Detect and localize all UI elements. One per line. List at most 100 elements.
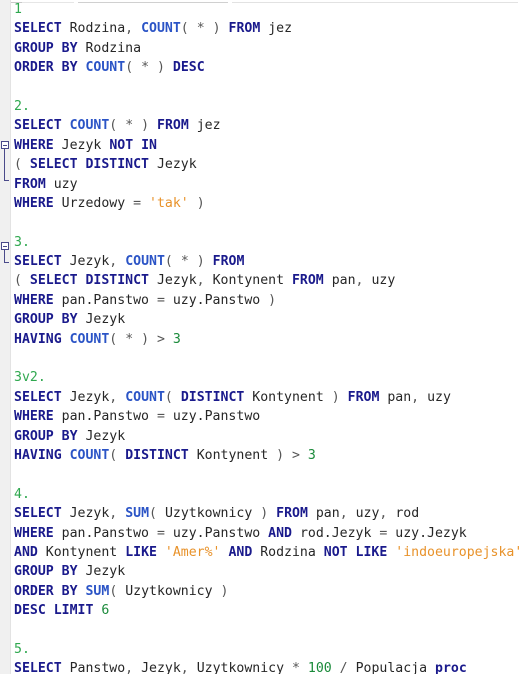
token-kw: SELECT <box>14 21 62 37</box>
token-op: > <box>292 447 300 463</box>
code-line[interactable] <box>0 213 520 232</box>
code-line[interactable]: SELECT Jezyk, SUM( Uzytkownicy ) FROM pa… <box>0 504 520 523</box>
code-line[interactable]: GROUP BY Rodzina <box>0 39 520 58</box>
token-id <box>324 273 332 288</box>
token-id <box>284 448 292 463</box>
code-line[interactable]: ( SELECT DISTINCT Jezyk <box>0 155 520 174</box>
token-op: ) <box>212 21 221 37</box>
token-op: = <box>156 292 165 308</box>
token-lbl: 5. <box>14 641 30 657</box>
token-id <box>189 196 197 211</box>
token-id: Urzedowy <box>61 195 126 211</box>
token-id: uzy.Panstwo <box>172 292 261 308</box>
code-line[interactable]: AND Kontynent LIKE 'Amer%' AND Rodzina N… <box>0 543 520 562</box>
code-line[interactable] <box>0 78 520 97</box>
code-line[interactable]: 2. <box>0 97 520 116</box>
token-kw: WHERE <box>14 195 54 211</box>
token-op: , <box>180 661 189 674</box>
token-id <box>22 157 30 172</box>
token-id <box>62 118 70 133</box>
fold-query-3[interactable] <box>1 242 11 263</box>
token-id: rod.Jezyk <box>299 525 372 541</box>
token-op: ( <box>14 157 22 173</box>
code-line[interactable]: WHERE Jezyk NOT IN <box>0 136 520 155</box>
token-id <box>62 332 70 347</box>
token-id <box>117 118 125 133</box>
token-fn: COUNT <box>69 118 110 134</box>
token-id <box>62 448 70 463</box>
token-kw: AND <box>268 525 292 541</box>
code-line[interactable] <box>0 349 520 368</box>
token-id: Jezyk <box>156 157 197 173</box>
token-fn: SUM <box>85 583 110 599</box>
token-kw: AND <box>228 544 253 560</box>
token-id: Panstwo <box>69 661 126 674</box>
token-id <box>54 526 62 541</box>
token-op: ( <box>125 60 134 76</box>
code-line[interactable]: SELECT COUNT( * ) FROM jez <box>0 116 520 135</box>
token-id <box>284 273 292 288</box>
token-op: , <box>125 21 134 37</box>
code-line[interactable]: SELECT Jezyk, COUNT( DISTINCT Kontynent … <box>0 388 520 407</box>
token-op: * <box>141 60 150 76</box>
token-id: Jezyk <box>69 506 110 522</box>
token-id <box>117 448 125 463</box>
code-line[interactable]: SELECT Jezyk, COUNT( * ) FROM <box>0 252 520 271</box>
token-fn: COUNT <box>125 389 165 405</box>
token-id: uzy <box>427 389 451 405</box>
code-line[interactable]: WHERE Urzedowy = 'tak' ) <box>0 194 520 213</box>
token-kw: GROUP BY <box>14 40 78 56</box>
token-lbl: 3. <box>14 234 30 250</box>
fold-collapse-icon[interactable] <box>1 242 9 250</box>
fold-range-line <box>4 250 5 262</box>
token-id <box>62 661 70 674</box>
token-id <box>189 21 197 36</box>
token-op: > <box>157 331 165 347</box>
code-line[interactable]: 1 <box>0 0 520 19</box>
code-line[interactable]: HAVING COUNT( DISTINCT Kontynent ) > 3 <box>0 446 520 465</box>
sql-editor[interactable]: 1 SELECT Rodzina, COUNT( * ) FROM jez GROU… <box>0 0 520 674</box>
code-line[interactable]: HAVING COUNT( * ) > 3 <box>0 330 520 349</box>
code-line[interactable]: GROUP BY Jezyk <box>0 310 520 329</box>
code-line[interactable]: DESC LIMIT 6 <box>0 601 520 620</box>
code-line[interactable]: SELECT Panstwo, Jezyk, Uzytkownicy * 100… <box>0 659 520 674</box>
token-op: ( <box>14 273 22 289</box>
token-kw: WHERE <box>14 409 54 425</box>
token-kw: HAVING <box>14 331 62 347</box>
fold-collapse-icon[interactable] <box>1 141 9 149</box>
code-line[interactable]: WHERE pan.Panstwo = uzy.Panstwo ) <box>0 291 520 310</box>
code-line[interactable]: 5. <box>0 640 520 659</box>
token-op: ( <box>149 506 157 522</box>
token-id: Jezyk <box>69 254 110 270</box>
code-line[interactable]: SELECT Rodzina, COUNT( * ) FROM jez <box>0 19 520 38</box>
token-id <box>133 332 141 347</box>
token-op: * <box>196 21 205 37</box>
fold-query-2[interactable] <box>1 141 11 181</box>
code-line[interactable]: 3. <box>0 233 520 252</box>
code-line[interactable]: FROM uzy <box>0 175 520 194</box>
code-line[interactable]: 3v2. <box>0 368 520 387</box>
code-line[interactable]: WHERE pan.Panstwo = uzy.Panstwo <box>0 407 520 426</box>
token-id: jez <box>196 118 221 134</box>
code-line[interactable]: GROUP BY Jezyk <box>0 562 520 581</box>
code-line[interactable]: 4. <box>0 485 520 504</box>
token-id <box>268 448 276 463</box>
code-line[interactable]: GROUP BY Jezyk <box>0 427 520 446</box>
token-id: Rodzina <box>69 21 126 37</box>
token-kw: ORDER BY <box>14 60 78 76</box>
code-surface[interactable]: 1 SELECT Rodzina, COUNT( * ) FROM jez GROU… <box>0 0 520 674</box>
token-kw: DISTINCT <box>180 389 245 405</box>
token-id <box>149 273 157 288</box>
code-line[interactable] <box>0 465 520 484</box>
token-id <box>157 545 165 560</box>
token-op: ( <box>164 254 173 270</box>
code-line[interactable]: ORDER BY SUM( Uzytkownicy ) <box>0 582 520 601</box>
token-str: 'indoeuropejska' <box>395 544 520 560</box>
token-id <box>189 118 197 133</box>
token-id <box>149 409 157 424</box>
code-line[interactable]: ( SELECT DISTINCT Jezyk, Kontynent FROM … <box>0 271 520 290</box>
token-id <box>117 545 125 560</box>
code-line[interactable] <box>0 621 520 640</box>
code-line[interactable]: ORDER BY COUNT( * ) DESC <box>0 58 520 77</box>
code-line[interactable]: WHERE pan.Panstwo = uzy.Panstwo AND rod.… <box>0 524 520 543</box>
